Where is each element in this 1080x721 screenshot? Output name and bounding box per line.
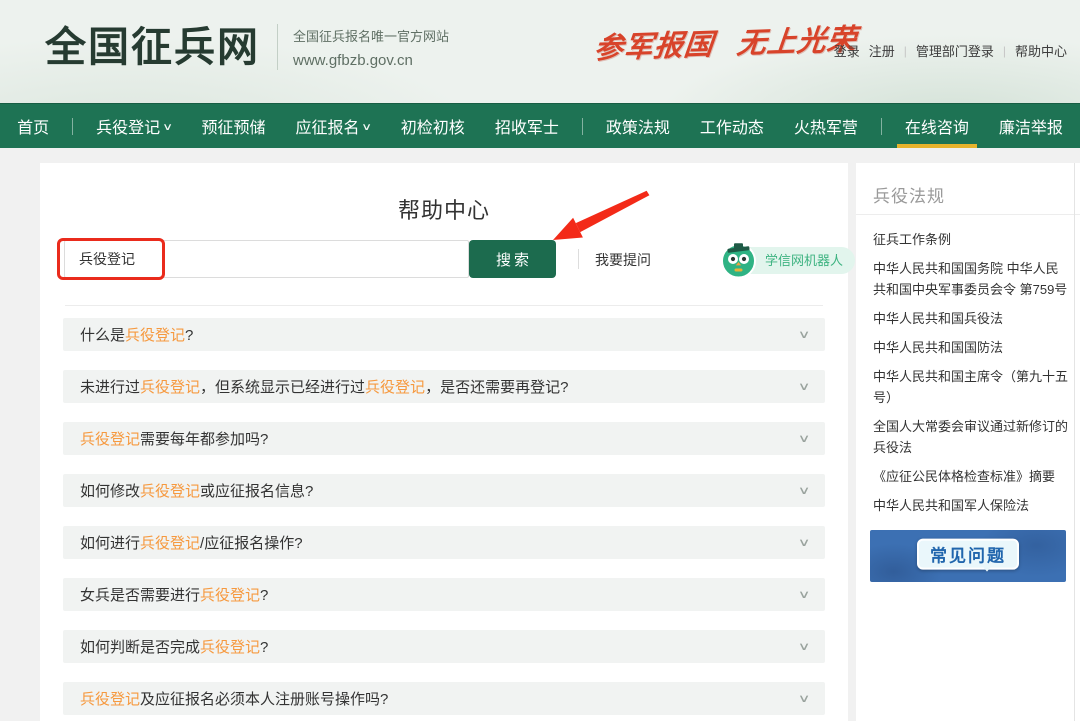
nav-item-8[interactable]: 工作动态 (693, 104, 771, 148)
slogan-calligraphy: 参军报国 无上光荣 (593, 26, 836, 64)
faq-question-text: 未进行过兵役登记，但系统显示已经进行过兵役登记，是否还需要再登记? (80, 376, 800, 397)
page: 全国征兵网 全国征兵报名唯一官方网站 www.gfbzb.gov.cn 参军报国… (0, 0, 1080, 721)
ask-question-link[interactable]: 我要提问 (595, 250, 651, 270)
nav-item-7[interactable]: 政策法规 (599, 104, 677, 148)
chevron-down-icon: ∨ (798, 328, 811, 341)
chevron-down-icon: ∨ (798, 536, 811, 549)
chevron-down-icon: ∨ (798, 432, 811, 445)
nav-item-11[interactable]: 廉洁举报 (992, 104, 1070, 148)
law-link-3[interactable]: 中华人民共和国兵役法 (873, 308, 1069, 329)
header-link-1[interactable]: 登录 (834, 41, 860, 60)
nav-item-6[interactable]: 招收军士 (488, 104, 566, 148)
faq-item-7[interactable]: 如何判断是否完成兵役登记?∨ (63, 630, 825, 663)
nav-item-label: 政策法规 (606, 114, 670, 138)
search-input[interactable] (64, 240, 469, 278)
nav-item-label: 初检初核 (401, 114, 465, 138)
nav-item-2[interactable]: 兵役登记∨ (89, 104, 178, 148)
faq-question-text: 如何进行兵役登记/应征报名操作? (80, 532, 800, 553)
nav-item-3[interactable]: 预征预储 (194, 104, 272, 148)
faq-item-4[interactable]: 如何修改兵役登记或应征报名信息?∨ (63, 474, 825, 507)
faq-item-8[interactable]: 兵役登记及应征报名必须本人注册账号操作吗?∨ (63, 682, 825, 715)
law-link-6[interactable]: 全国人大常委会审议通过新修订的兵役法 (873, 416, 1069, 458)
vertical-divider (578, 249, 579, 269)
regulations-panel: 兵役法规 征兵工作条例中华人民共和国国务院 中华人民共和国中央军事委员会令 第7… (856, 163, 1080, 721)
nav-group-divider (881, 118, 882, 135)
header-links: 登录注册 | 管理部门登录 | 帮助中心 (834, 41, 1067, 60)
law-link-8[interactable]: 中华人民共和国军人保险法 (873, 495, 1069, 516)
law-link-5[interactable]: 中华人民共和国主席令（第九十五号） (873, 366, 1069, 408)
header-link-2[interactable]: 注册 (869, 41, 895, 60)
logo-block: 全国征兵网 全国征兵报名唯一官方网站 www.gfbzb.gov.cn (45, 24, 449, 70)
faq-list: 什么是兵役登记?∨未进行过兵役登记，但系统显示已经进行过兵役登记，是否还需要再登… (63, 318, 825, 721)
faq-question-text: 女兵是否需要进行兵役登记? (80, 584, 800, 605)
chevron-down-icon: ∨ (798, 640, 811, 653)
nav-item-label: 廉洁举报 (999, 114, 1063, 138)
header-link-divider: | (1003, 44, 1006, 58)
faq-item-2[interactable]: 未进行过兵役登记，但系统显示已经进行过兵役登记，是否还需要再登记?∨ (63, 370, 825, 403)
faq-banner[interactable]: 常见问题 (870, 530, 1066, 582)
nav-item-1[interactable]: 首页 (10, 104, 56, 148)
nav-item-10[interactable]: 在线咨询 (898, 104, 976, 148)
nav-item-label: 工作动态 (700, 114, 764, 138)
search-button[interactable]: 搜索 (469, 240, 556, 278)
nav-item-label: 兵役登记 (96, 114, 160, 138)
faq-item-1[interactable]: 什么是兵役登记?∨ (63, 318, 825, 351)
right-edge-line (1074, 163, 1075, 721)
law-link-1[interactable]: 征兵工作条例 (873, 229, 1069, 250)
sidebar-divider (856, 214, 1080, 215)
nav-menu: 首页兵役登记∨预征预储应征报名∨初检初核招收军士政策法规工作动态火热军营在线咨询… (0, 104, 1080, 148)
help-center-panel: 帮助中心 搜索 我要提问 学信网机器人 什么是兵役登记?∨未进行过兵役登记，但系… (40, 163, 848, 721)
header-link-3[interactable]: 管理部门登录 (916, 41, 994, 60)
nav-item-label: 应征报名 (295, 114, 359, 138)
nav-item-5[interactable]: 初检初核 (394, 104, 472, 148)
chevron-down-icon: ∨ (162, 122, 173, 133)
nav-item-label: 在线咨询 (905, 114, 969, 138)
faq-item-5[interactable]: 如何进行兵役登记/应征报名操作?∨ (63, 526, 825, 559)
nav-group-divider (72, 118, 73, 135)
law-link-7[interactable]: 《应征公民体格检查标准》摘要 (873, 466, 1069, 487)
chatbot-badge[interactable]: 学信网机器人 (720, 242, 855, 279)
chevron-down-icon: ∨ (798, 380, 811, 393)
chevron-down-icon: ∨ (362, 122, 373, 133)
faq-question-text: 兵役登记及应征报名必须本人注册账号操作吗? (80, 688, 800, 709)
content-divider (65, 305, 823, 306)
faq-item-3[interactable]: 兵役登记需要每年都参加吗?∨ (63, 422, 825, 455)
chevron-down-icon: ∨ (798, 588, 811, 601)
main-navbar: 首页兵役登记∨预征预储应征报名∨初检初核招收军士政策法规工作动态火热军营在线咨询… (0, 103, 1080, 148)
nav-item-label: 招收军士 (495, 114, 559, 138)
owl-robot-icon (720, 242, 757, 279)
law-link-4[interactable]: 中华人民共和国国防法 (873, 337, 1069, 358)
nav-item-label: 首页 (17, 114, 49, 138)
chevron-down-icon: ∨ (798, 692, 811, 705)
faq-question-text: 什么是兵役登记? (80, 324, 800, 345)
logo-divider (277, 24, 278, 70)
header-link-4[interactable]: 帮助中心 (1015, 41, 1067, 60)
faq-item-6[interactable]: 女兵是否需要进行兵役登记?∨ (63, 578, 825, 611)
site-logo[interactable]: 全国征兵网 (45, 27, 260, 68)
nav-item-9[interactable]: 火热军营 (787, 104, 865, 148)
faq-question-text: 如何修改兵役登记或应征报名信息? (80, 480, 800, 501)
site-url: www.gfbzb.gov.cn (293, 52, 449, 69)
law-link-2[interactable]: 中华人民共和国国务院 中华人民共和国中央军事委员会令 第759号 (873, 258, 1069, 300)
faq-question-text: 如何判断是否完成兵役登记? (80, 636, 800, 657)
faq-question-text: 兵役登记需要每年都参加吗? (80, 428, 800, 449)
faq-banner-bubble: 常见问题 (917, 539, 1019, 570)
site-header: 全国征兵网 全国征兵报名唯一官方网站 www.gfbzb.gov.cn 参军报国… (0, 0, 1080, 103)
nav-item-label: 预征预储 (201, 114, 265, 138)
chevron-down-icon: ∨ (798, 484, 811, 497)
header-link-divider: | (904, 44, 907, 58)
regulations-title: 兵役法规 (873, 182, 945, 207)
page-title: 帮助中心 (40, 193, 848, 225)
law-list: 征兵工作条例中华人民共和国国务院 中华人民共和国中央军事委员会令 第759号中华… (873, 229, 1069, 524)
nav-item-label: 火热军营 (794, 114, 858, 138)
nav-group-divider (582, 118, 583, 135)
nav-item-4[interactable]: 应征报名∨ (288, 104, 377, 148)
logo-subtitle: 全国征兵报名唯一官方网站 www.gfbzb.gov.cn (293, 26, 449, 69)
site-tagline: 全国征兵报名唯一官方网站 (293, 26, 449, 45)
